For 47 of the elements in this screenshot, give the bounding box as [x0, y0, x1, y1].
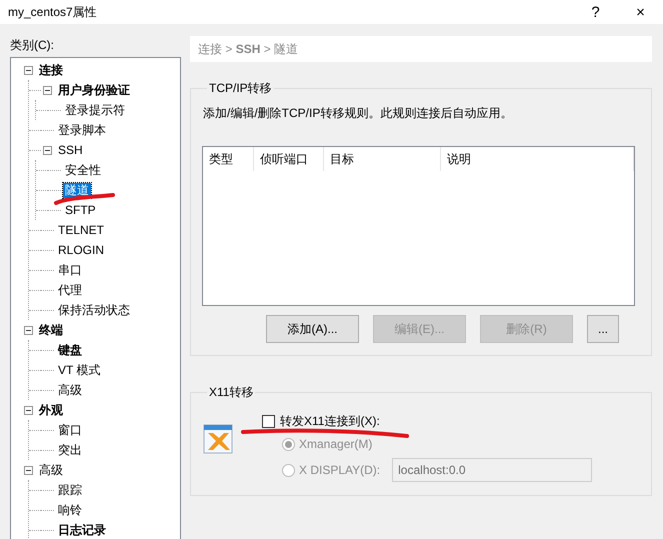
collapse-icon[interactable] — [24, 466, 33, 474]
description-text: 添加/编辑/删除TCP/IP转移规则。此规则连接后自动应用。 — [203, 105, 514, 122]
tree-item[interactable]: 隧道 — [63, 182, 91, 198]
tree-item[interactable]: 用户身份验证 — [56, 82, 132, 98]
collapse-icon[interactable] — [43, 146, 52, 154]
tree-item[interactable]: 代理 — [56, 282, 84, 298]
help-button[interactable]: ? — [573, 0, 618, 24]
app-window-icon — [202, 423, 233, 455]
tree-item[interactable]: TELNET — [56, 222, 106, 238]
collapse-icon[interactable] — [24, 326, 33, 334]
tree-item[interactable]: 终端 — [37, 322, 65, 338]
collapse-icon[interactable] — [24, 406, 33, 414]
column-header[interactable]: 目标 — [324, 147, 441, 171]
tree-item[interactable]: VT 模式 — [56, 362, 102, 378]
tree-item[interactable]: 高级 — [37, 462, 65, 478]
tree-item[interactable]: 跟踪 — [56, 482, 84, 498]
group-title: X11转移 — [208, 384, 254, 401]
tree-item[interactable]: 高级 — [56, 382, 84, 398]
collapse-icon[interactable] — [43, 86, 52, 94]
tree-item[interactable]: RLOGIN — [56, 242, 106, 258]
checkbox[interactable] — [262, 414, 275, 428]
close-button[interactable]: × — [618, 0, 663, 24]
tree-item[interactable]: SSH — [56, 142, 85, 158]
tree-item[interactable]: 登录提示符 — [63, 102, 127, 118]
tree-item[interactable]: 键盘 — [56, 342, 84, 358]
breadcrumb: 连接 > SSH > 隧道 — [190, 36, 652, 62]
tree-item[interactable]: 串口 — [56, 262, 84, 278]
tree-item[interactable]: 连接 — [37, 62, 65, 78]
column-header[interactable]: 侦听端口 — [254, 147, 324, 171]
tree-item[interactable]: SFTP — [63, 202, 98, 218]
forward-x11-checkbox[interactable]: 转发X11连接到(X): — [262, 411, 636, 431]
tree-item[interactable]: 外观 — [37, 402, 65, 418]
tree-item[interactable]: 突出 — [56, 442, 84, 458]
tree-item[interactable]: 安全性 — [63, 162, 103, 178]
tree-item[interactable]: 日志记录 — [56, 522, 108, 538]
column-header[interactable]: 类型 — [203, 147, 254, 171]
tree-item[interactable]: 保持活动状态 — [56, 302, 132, 318]
tree-item[interactable]: 响铃 — [56, 502, 84, 518]
more-button[interactable]: ... — [587, 315, 619, 343]
group-title: TCP/IP转移 — [208, 80, 273, 97]
column-header[interactable]: 说明 — [441, 147, 634, 171]
tree-item[interactable]: 窗口 — [56, 422, 84, 438]
window-title: my_centos7属性 — [8, 4, 98, 20]
category-label: 类别(C): — [10, 37, 55, 54]
tree-item[interactable]: 登录脚本 — [56, 122, 108, 138]
collapse-icon[interactable] — [24, 66, 33, 74]
add-button[interactable]: 添加(A)... — [266, 315, 359, 343]
